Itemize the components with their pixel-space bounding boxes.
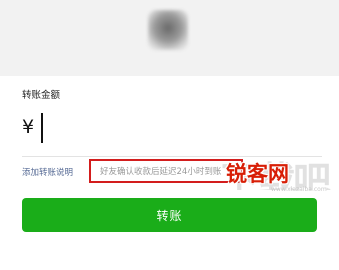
- recipient-avatar: [148, 10, 188, 50]
- add-note-link[interactable]: 添加转账说明: [22, 166, 73, 178]
- amount-input[interactable]: [40, 110, 320, 144]
- amount-label: 转账金额: [22, 90, 61, 101]
- watermark-url: www.xiazaiba.com: [271, 186, 327, 193]
- transfer-button[interactable]: 转账: [22, 198, 317, 232]
- highlight-annotation: [89, 159, 243, 183]
- text-cursor: [41, 113, 43, 143]
- currency-symbol: ¥: [22, 116, 35, 138]
- recipient-header: [0, 0, 339, 76]
- watermark-brand: 锐客网: [226, 162, 289, 186]
